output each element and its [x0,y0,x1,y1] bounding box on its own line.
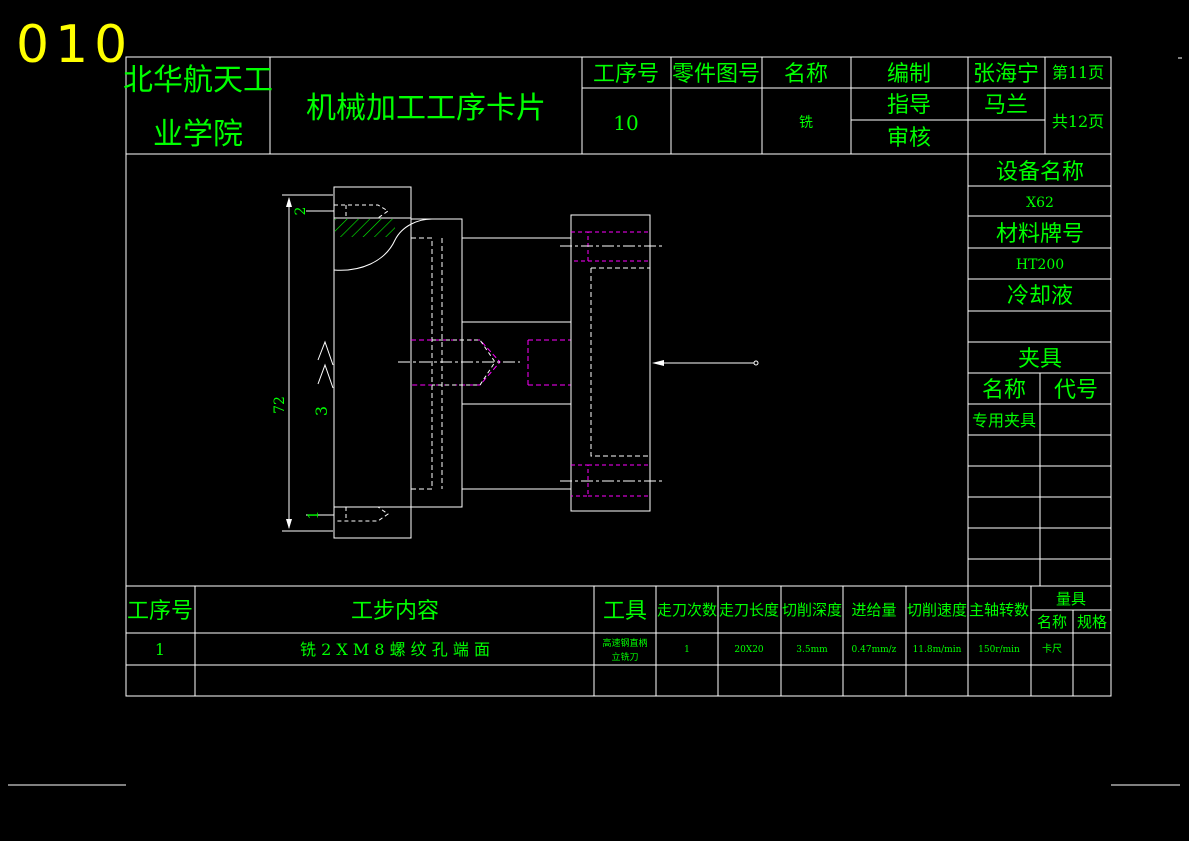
part-drawing-label: 零件图号 [672,62,760,87]
header-depth: 切削深度 [782,601,842,619]
material-label: 材料牌号 [996,222,1084,247]
hub-hidden [411,237,443,490]
header-speed: 切削速度 [907,601,967,619]
row-depth: 3.5mm [796,645,828,655]
row-tool-line2: 立铣刀 [611,651,638,663]
part-drawing: 72 2 1 3 [272,186,759,539]
equipment-value: X62 [1026,195,1054,211]
fixture-name-label: 名称 [982,378,1026,403]
fixture-label: 夹具 [1018,347,1062,372]
card-title: 机械加工工序卡片 [306,91,546,126]
guided-label: 指导 [887,93,931,118]
header-gauge-spec: 规格 [1077,613,1107,631]
header-gauge: 量具 [1056,590,1086,608]
sheet-label: 第11页 [1052,63,1104,82]
break-line [317,340,334,366]
table-row: 1 铣 2 X M 8 螺 纹 孔 端 面 高速钢直柄 立铣刀 1 20X20 … [155,637,1062,663]
fixture-code-label: 代号 [1054,378,1098,403]
header-passes: 走刀次数 [657,601,717,619]
header-tool: 工具 [603,599,647,624]
row-rpm: 150r/min [978,645,1020,655]
row-passes: 1 [684,645,690,655]
hub-body [410,218,463,508]
institution-line2: 业学院 [153,117,243,152]
page-number: 010 [16,15,133,75]
row-step-no: 1 [155,640,165,659]
dimension-72: 72 [272,194,333,532]
row-feed: 0.47mm/z [852,645,897,655]
callout-3: 3 [312,406,331,416]
hidden-hole-top [334,204,389,219]
hatched-section [335,219,395,237]
row-content: 铣 2 X M 8 螺 纹 孔 端 面 [300,640,490,659]
break-line [317,363,334,389]
row-speed: 11.8m/min [913,645,962,655]
header-rpm: 主轴转数 [969,601,1029,619]
name-label: 名称 [784,62,828,87]
row-tool-line1: 高速钢直柄 [602,637,647,649]
institution-line1: 北华航天工 [123,63,273,98]
total-label: 共12页 [1052,112,1104,131]
row-length: 20X20 [734,645,764,655]
callout-1: 1 [306,511,322,520]
row-gauge-name: 卡尺 [1042,642,1062,655]
equipment-label: 设备名称 [996,160,1084,185]
name-value: 铣 [799,115,813,131]
header-gauge-name: 名称 [1037,613,1067,631]
prepared-by: 张海宁 [973,62,1039,87]
header-length: 走刀长度 [719,601,779,619]
header-content: 工步内容 [351,599,439,624]
header-feed: 进给量 [851,601,896,619]
material-value: HT200 [1016,257,1064,273]
process-no: 10 [613,111,638,135]
process-no-label: 工序号 [593,62,659,87]
prepared-label: 编制 [887,62,931,87]
header-step-no: 工序号 [127,599,193,624]
guided-by: 马兰 [984,93,1028,118]
coolant-label: 冷却液 [1007,284,1073,309]
fixture-name: 专用夹具 [972,411,1036,430]
hidden-hole-bottom [334,506,389,522]
fixture-block [570,214,651,512]
reviewed-label: 审核 [887,126,931,151]
dimension-value: 72 [272,396,288,414]
callout-2: 2 [293,207,309,216]
